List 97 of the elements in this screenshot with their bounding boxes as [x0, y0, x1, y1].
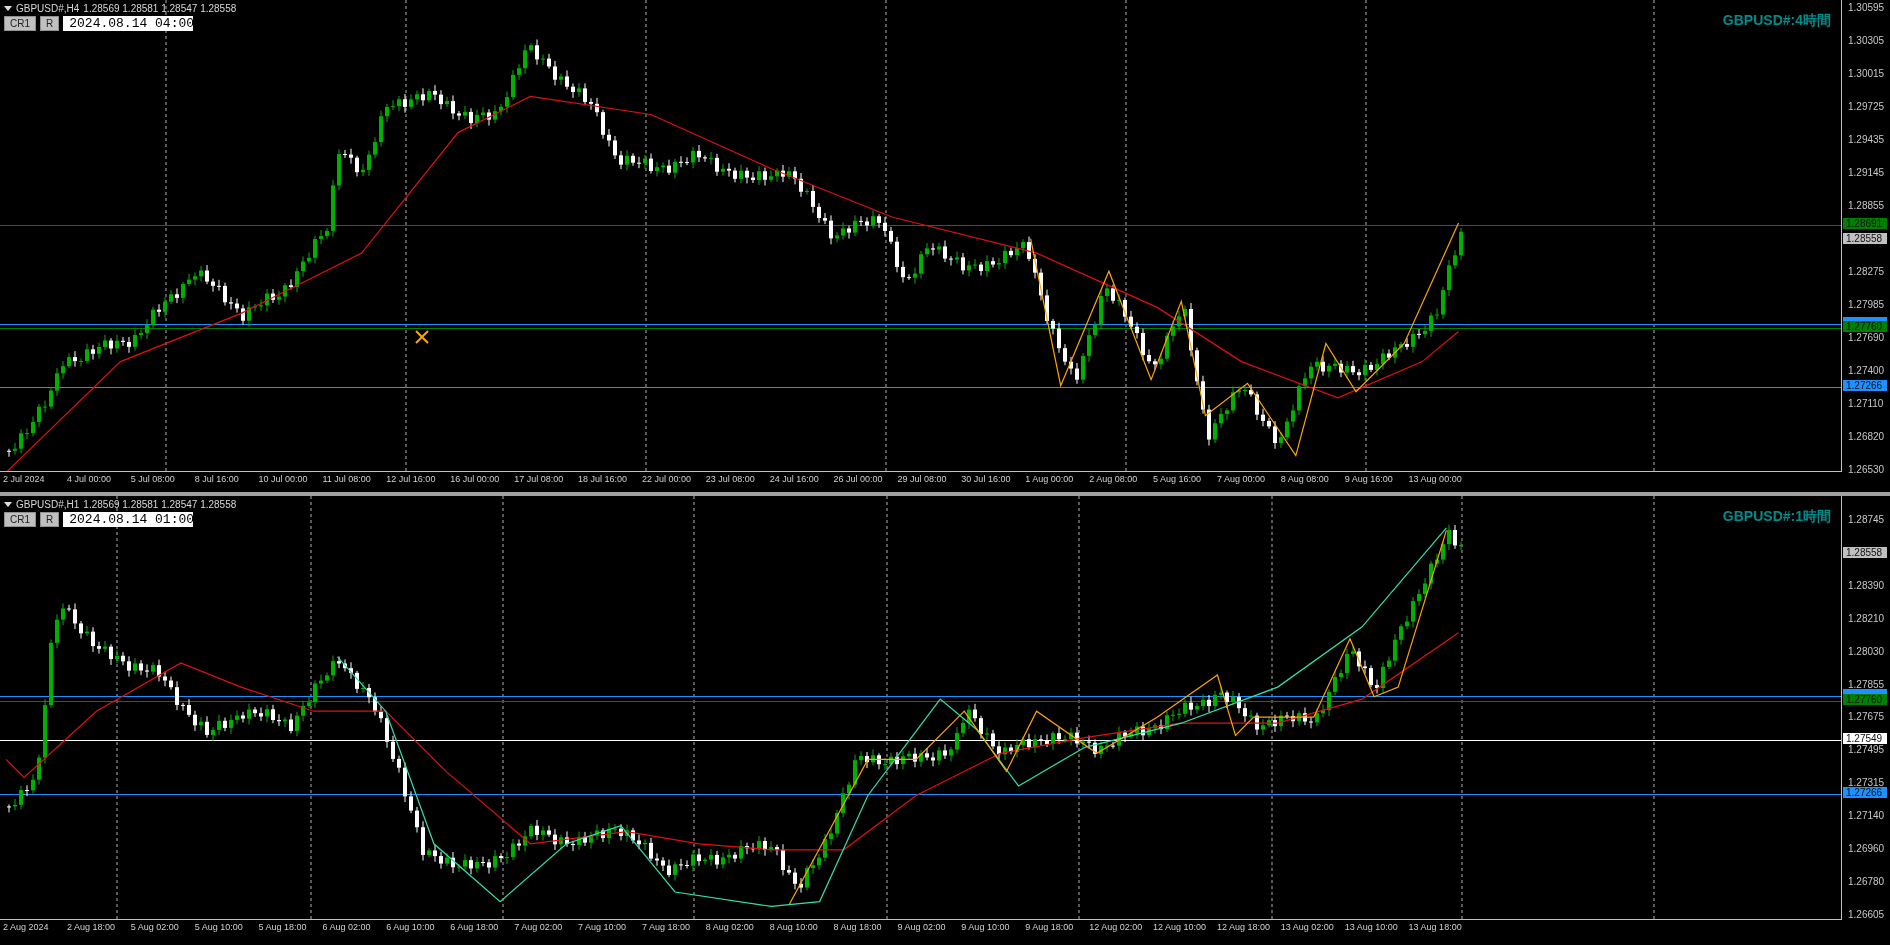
toolbar-button[interactable]: CR1 [4, 16, 36, 31]
time-label: 5 Jul 08:00 [130, 474, 176, 484]
price-label: 1.26820 [1848, 432, 1885, 441]
time-label: 9 Aug 16:00 [1344, 474, 1394, 484]
dropdown-icon[interactable] [4, 501, 12, 508]
price-tag: 1.27760 [1843, 321, 1887, 332]
time-label: 6 Aug 10:00 [386, 922, 436, 932]
time-label: 12 Jul 16:00 [386, 474, 437, 484]
symbol-title: GBPUSD#,H1 [16, 499, 80, 510]
price-label: 1.27400 [1848, 366, 1885, 375]
time-label: 8 Aug 18:00 [833, 922, 883, 932]
time-label: 11 Jul 08:00 [322, 474, 372, 484]
dropdown-icon[interactable] [4, 5, 12, 12]
time-label: 8 Aug 10:00 [769, 922, 819, 932]
time-label: 10 Jul 00:00 [258, 474, 309, 484]
price-tag: 1.27760 [1843, 694, 1887, 705]
price-label: 1.28030 [1848, 646, 1885, 656]
time-label: 9 Aug 10:00 [961, 922, 1011, 932]
toolbar-button[interactable]: CR1 [4, 512, 36, 527]
price-label: 1.27855 [1848, 679, 1885, 689]
time-label: 24 Jul 16:00 [769, 474, 820, 484]
time-label: 2 Aug 2024 [3, 922, 50, 932]
time-label: 2 Aug 08:00 [1089, 474, 1139, 484]
time-label: 17 Jul 08:00 [514, 474, 565, 484]
price-label: 1.27495 [1848, 745, 1885, 755]
price-label: 1.26960 [1848, 844, 1885, 853]
price-label: 1.27315 [1848, 778, 1885, 788]
price-label: 1.26605 [1848, 909, 1885, 919]
time-label: 8 Aug 08:00 [1280, 474, 1330, 484]
price-label: 1.26780 [1848, 876, 1885, 886]
time-label: 12 Aug 02:00 [1089, 922, 1144, 932]
time-label: 6 Aug 02:00 [322, 922, 372, 932]
price-label: 1.27985 [1848, 300, 1885, 309]
candlestick-series [1447, 227, 1463, 297]
time-label: 16 Jul 00:00 [450, 474, 501, 484]
price-label: 1.27690 [1848, 333, 1885, 342]
time-label: 22 Jul 00:00 [641, 474, 692, 484]
time-label: 13 Aug 00:00 [1408, 474, 1463, 484]
toolbar-button[interactable]: R [40, 16, 60, 31]
time-label: 5 Aug 10:00 [194, 922, 244, 932]
price-tag: 1.28558 [1843, 547, 1887, 558]
price-tag: 1.28558 [1843, 233, 1887, 244]
time-label: 13 Aug 18:00 [1408, 922, 1463, 932]
price-label: 1.30305 [1848, 36, 1885, 45]
time-label: 30 Jul 16:00 [961, 474, 1012, 484]
candlestick-series [1447, 524, 1463, 551]
price-tag: 1.27549 [1843, 733, 1887, 744]
time-label: 8 Jul 16:00 [194, 474, 240, 484]
time-label: 9 Aug 18:00 [1025, 922, 1075, 932]
time-label: 1 Aug 00:00 [1025, 474, 1075, 484]
time-label: 8 Aug 02:00 [705, 922, 755, 932]
time-label: 5 Aug 16:00 [1153, 474, 1203, 484]
time-label: 26 Jul 00:00 [833, 474, 884, 484]
cross-icon[interactable] [415, 330, 429, 344]
time-label: 5 Aug 02:00 [130, 922, 180, 932]
price-label: 1.28745 [1848, 515, 1885, 524]
time-label: 23 Jul 08:00 [705, 474, 756, 484]
price-label: 1.28210 [1848, 613, 1885, 623]
time-label: 2 Jul 2024 [3, 474, 46, 484]
time-label: 12 Aug 18:00 [1216, 922, 1271, 932]
price-label: 1.27110 [1848, 399, 1884, 408]
time-label: 9 Aug 02:00 [897, 922, 947, 932]
price-label: 1.28855 [1848, 201, 1885, 210]
toolbar-button[interactable]: R [40, 512, 60, 527]
time-label: 6 Aug 18:00 [450, 922, 500, 932]
symbol-title: GBPUSD#,H4 [16, 3, 80, 14]
time-field[interactable]: 2024.08.14 01:00 [63, 512, 194, 527]
price-label: 1.29725 [1848, 102, 1885, 111]
price-label: 1.26530 [1848, 465, 1885, 474]
time-label: 12 Aug 10:00 [1153, 922, 1208, 932]
time-label: 18 Jul 16:00 [578, 474, 629, 484]
chart-label: GBPUSD#:1時間 [1722, 508, 1831, 526]
price-tag: 1.27266 [1843, 787, 1887, 798]
time-label: 29 Jul 08:00 [897, 474, 948, 484]
price-label: 1.27675 [1848, 712, 1885, 722]
price-label: 1.29145 [1848, 168, 1885, 177]
time-label: 13 Aug 10:00 [1344, 922, 1399, 932]
time-field[interactable]: 2024.08.14 04:00 [63, 16, 194, 31]
ohlc-values: 1.28569 1.28581 1.28547 1.28558 [83, 499, 237, 510]
chart-label: GBPUSD#:4時間 [1722, 12, 1831, 30]
price-label: 1.30595 [1848, 3, 1885, 12]
price-label: 1.28275 [1848, 267, 1885, 276]
ohlc-values: 1.28569 1.28581 1.28547 1.28558 [83, 3, 237, 14]
time-label: 7 Aug 18:00 [641, 922, 691, 932]
time-label: 7 Aug 10:00 [578, 922, 628, 932]
time-label: 4 Jul 00:00 [66, 474, 112, 484]
price-label: 1.27140 [1848, 811, 1885, 821]
time-label: 5 Aug 18:00 [258, 922, 308, 932]
time-label: 7 Aug 02:00 [514, 922, 564, 932]
time-label: 7 Aug 00:00 [1216, 474, 1266, 484]
time-label: 2 Aug 18:00 [66, 922, 116, 932]
time-label: 13 Aug 02:00 [1280, 922, 1335, 932]
price-label: 1.29435 [1848, 135, 1885, 144]
price-tag: 1.27266 [1843, 380, 1887, 391]
price-tag: 1.28691 [1843, 218, 1887, 229]
price-label: 1.30015 [1848, 69, 1885, 78]
price-label: 1.28390 [1848, 580, 1885, 590]
